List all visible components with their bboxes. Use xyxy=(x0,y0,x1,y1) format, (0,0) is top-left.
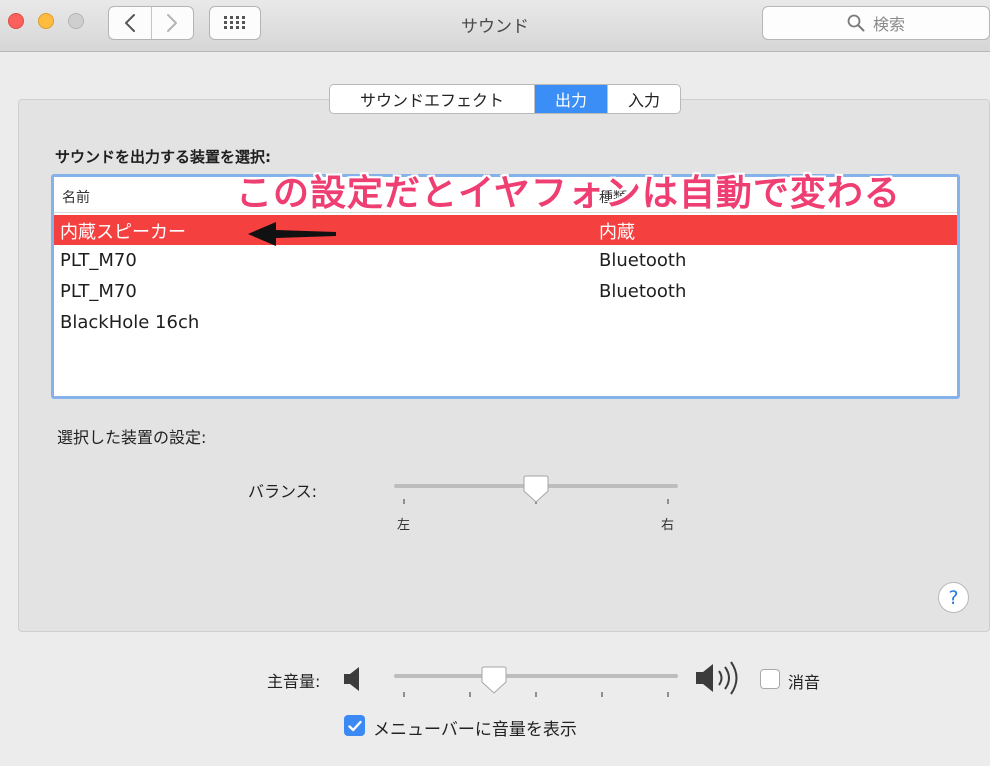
table-row[interactable]: BlackHole 16ch xyxy=(54,309,957,339)
volume-tick xyxy=(535,692,537,697)
device-name: BlackHole 16ch xyxy=(60,312,200,333)
balance-right-label: 右 xyxy=(661,518,675,533)
chevron-right-icon xyxy=(167,14,178,32)
column-header-name[interactable]: 名前 xyxy=(62,187,90,207)
mute-checkbox[interactable] xyxy=(760,669,780,689)
show-volume-in-menubar-label: メニューバーに音量を表示 xyxy=(373,720,577,740)
device-name: PLT_M70 xyxy=(60,281,137,302)
navigation-buttons xyxy=(108,6,194,40)
search-placeholder: 検索 xyxy=(872,15,905,34)
tab-sound-effects[interactable]: サウンドエフェクト xyxy=(330,85,534,113)
show-all-button[interactable] xyxy=(209,6,261,40)
checkmark-icon xyxy=(347,720,362,731)
device-settings-label: 選択した装置の設定: xyxy=(57,428,207,447)
search-field[interactable]: 検索 xyxy=(762,6,990,40)
balance-left-label: 左 xyxy=(397,518,411,533)
balance-tick xyxy=(403,499,405,504)
device-type: Bluetooth xyxy=(599,281,687,302)
search-icon xyxy=(847,14,865,32)
device-type: Bluetooth xyxy=(599,250,687,271)
speaker-low-icon xyxy=(344,667,359,691)
annotation-text: この設定だとイヤフォンは自動で変わる xyxy=(236,173,901,214)
balance-slider-thumb[interactable] xyxy=(523,475,549,503)
device-name: PLT_M70 xyxy=(60,250,137,271)
chevron-left-icon xyxy=(124,14,135,32)
output-volume-slider-thumb[interactable] xyxy=(481,666,507,694)
back-button[interactable] xyxy=(109,7,151,39)
balance-label: バランス: xyxy=(248,482,318,501)
help-button[interactable]: ? xyxy=(938,582,969,613)
forward-button[interactable] xyxy=(150,7,194,39)
volume-tick xyxy=(469,692,471,697)
output-volume-slider[interactable] xyxy=(394,674,678,678)
close-window-button[interactable] xyxy=(8,13,24,29)
speaker-high-icon xyxy=(696,661,738,695)
output-volume-label: 主音量: xyxy=(267,672,321,691)
balance-tick xyxy=(667,499,669,504)
minimize-window-button[interactable] xyxy=(38,13,54,29)
volume-tick xyxy=(601,692,603,697)
device-name: 内蔵スピーカー xyxy=(60,222,186,243)
zoom-window-button[interactable] xyxy=(68,13,84,29)
device-type: 内蔵 xyxy=(599,222,635,243)
annotation-arrow-icon xyxy=(248,222,336,246)
table-row[interactable]: PLT_M70 Bluetooth xyxy=(54,247,957,277)
tab-output[interactable]: 出力 xyxy=(534,85,607,113)
title-bar: サウンド 検索 xyxy=(0,0,990,52)
mute-label: 消音 xyxy=(788,673,821,692)
tab-input[interactable]: 入力 xyxy=(607,85,680,113)
tab-bar: サウンドエフェクト 出力 入力 xyxy=(329,84,681,114)
grid-icon xyxy=(224,16,245,29)
volume-tick xyxy=(403,692,405,697)
table-row[interactable]: PLT_M70 Bluetooth xyxy=(54,278,957,308)
table-row[interactable]: 内蔵スピーカー 内蔵 xyxy=(54,215,957,245)
volume-tick xyxy=(667,692,669,697)
show-volume-in-menubar-checkbox[interactable] xyxy=(344,715,365,736)
